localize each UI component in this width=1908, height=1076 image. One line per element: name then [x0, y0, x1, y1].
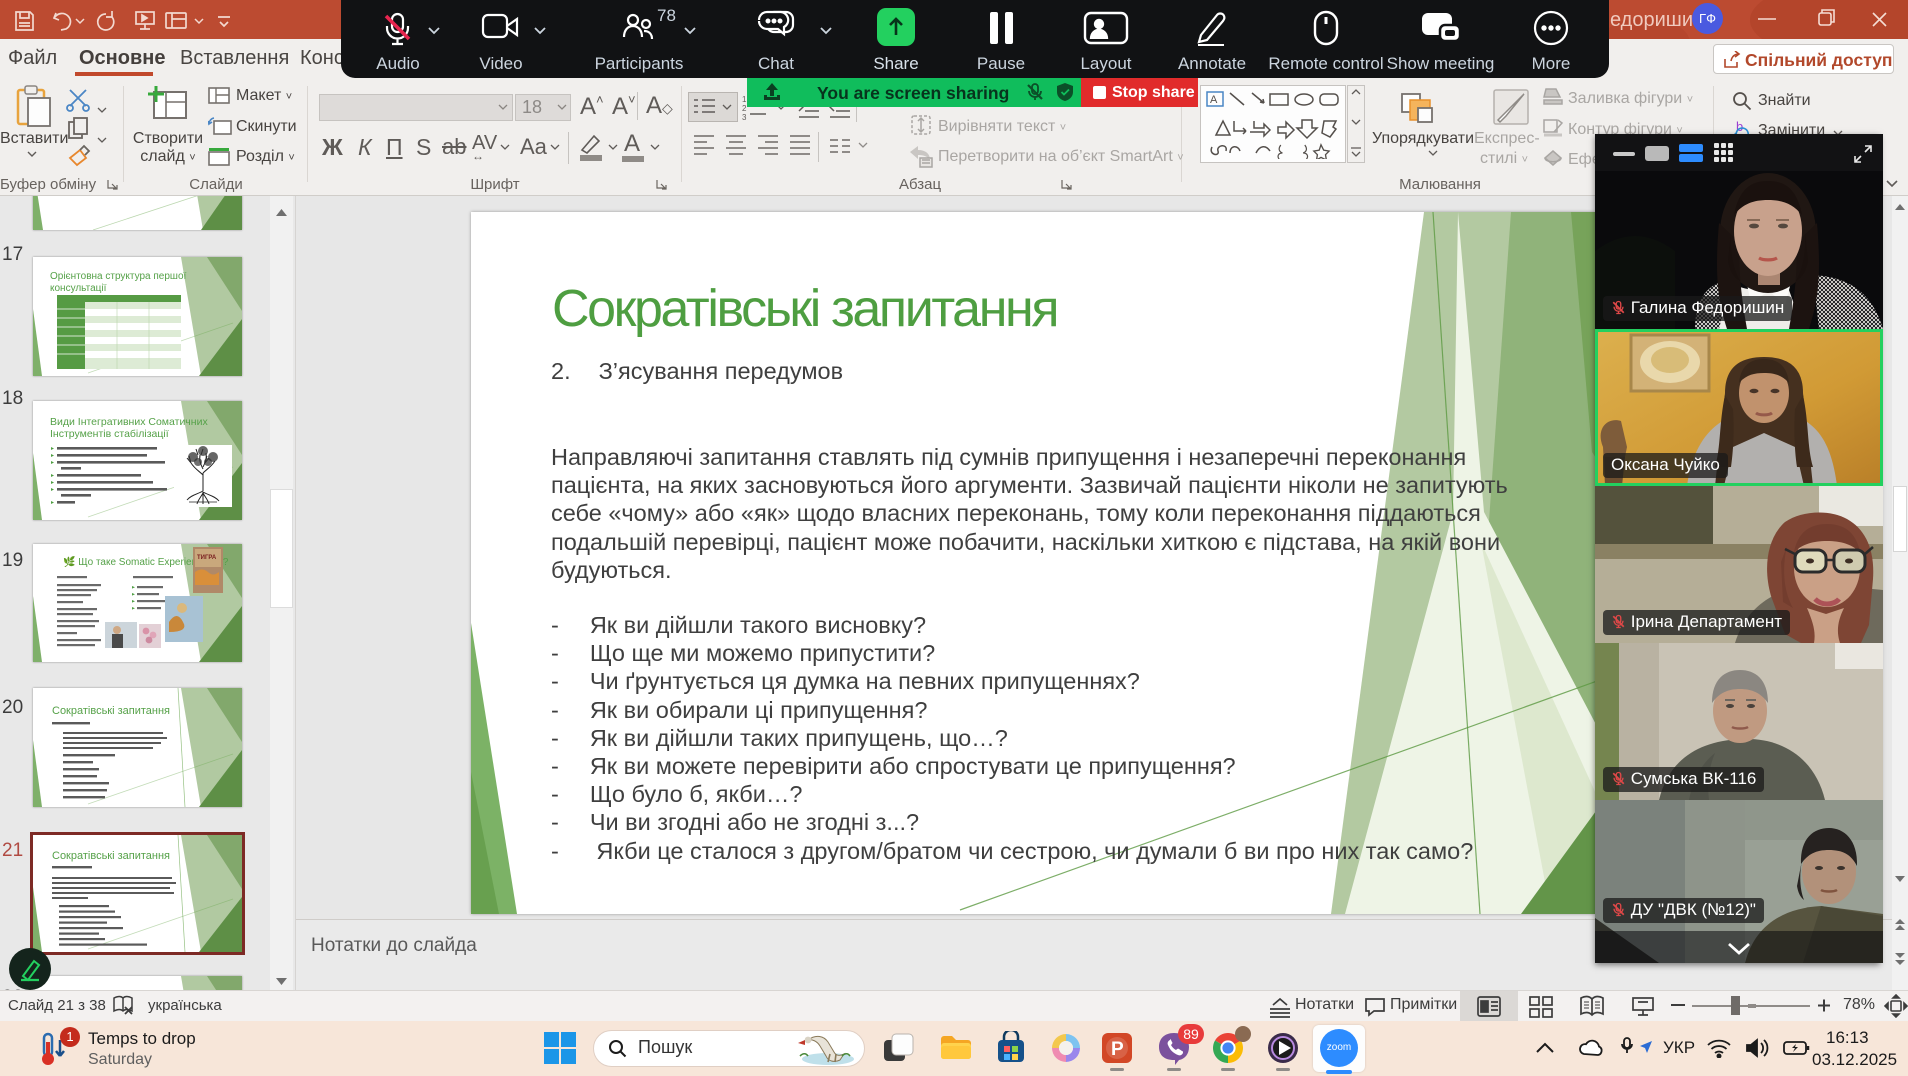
svg-text:Сократівські запитання: Сократівські запитання: [52, 850, 170, 862]
svg-text:Сократівські запитання: Сократівські запитання: [52, 705, 170, 717]
svg-text:ТИГРА: ТИГРА: [197, 555, 217, 561]
svg-text:Орієнтовна структура першої: Орієнтовна структура першої: [50, 271, 187, 282]
svg-text:3: 3: [742, 113, 747, 120]
svg-text:консультації: консультації: [50, 283, 107, 294]
svg-text:P: P: [1111, 1039, 1124, 1060]
svg-text:Інструментів стабілізації: Інструментів стабілізації: [50, 428, 169, 440]
svg-text:А: А: [1210, 94, 1218, 106]
svg-text:Види Інтегративних Соматичних: Види Інтегративних Соматичних: [50, 416, 208, 428]
